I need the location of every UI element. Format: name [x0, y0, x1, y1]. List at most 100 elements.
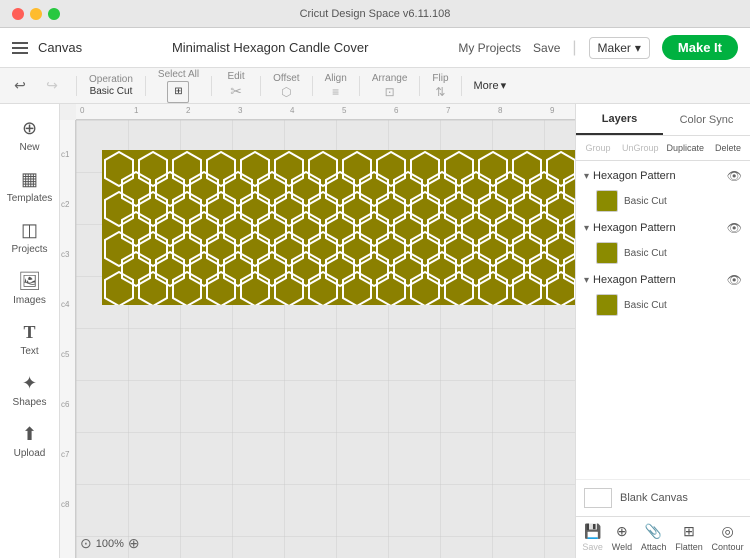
panel-attach-button[interactable]: 📎 Attach [637, 521, 671, 554]
layer-3-thumbnail [596, 294, 618, 316]
layer-3-chevron-icon: ▾ [584, 275, 589, 286]
ruler-mark-v4: c4 [61, 300, 69, 309]
layer-2-child[interactable]: Basic Cut [576, 239, 750, 267]
images-icon: 🖼 [18, 271, 41, 292]
window-controls [12, 8, 60, 20]
contour-icon: ◎ [721, 523, 733, 540]
operation-value: Basic Cut [90, 86, 133, 97]
more-button[interactable]: More ▾ [474, 79, 507, 92]
panel-save-button[interactable]: 💾 Save [578, 521, 607, 554]
ungroup-button[interactable]: UnGroup [620, 140, 661, 156]
zoom-out-icon[interactable]: ⊙ [80, 535, 92, 552]
align-label: Align [325, 73, 347, 84]
layer-header-2[interactable]: ▾ Hexagon Pattern 👁 [576, 217, 750, 239]
layer-2-visibility-icon[interactable]: 👁 [727, 221, 742, 235]
more-chevron-icon: ▾ [501, 79, 507, 92]
zoom-controls: ⊙ 100% ⊕ [80, 535, 140, 552]
text-icon: T [23, 322, 35, 343]
toolbar-separator-5 [312, 76, 313, 96]
panel-contour-label: Contour [712, 542, 744, 552]
make-it-button[interactable]: Make It [662, 35, 738, 60]
main-header: Canvas Minimalist Hexagon Candle Cover M… [0, 28, 750, 68]
ruler-mark-2: 2 [186, 106, 190, 115]
sidebar-item-projects[interactable]: ◫ Projects [5, 214, 55, 261]
hamburger-menu[interactable] [12, 42, 28, 54]
canvas-area[interactable]: 0 1 2 3 4 5 6 7 8 9 c1 c2 c3 c4 c5 c6 c7… [60, 104, 575, 558]
sidebar-item-templates[interactable]: ▦ Templates [5, 163, 55, 210]
duplicate-button[interactable]: Duplicate [665, 140, 707, 156]
weld-icon: ⊕ [616, 523, 628, 540]
panel-flatten-button[interactable]: ⊞ Flatten [671, 521, 707, 554]
layer-1-child[interactable]: Basic Cut [576, 187, 750, 215]
sidebar-item-upload[interactable]: ⬆ Upload [5, 418, 55, 465]
panel-bottom-toolbar: 💾 Save ⊕ Weld 📎 Attach ⊞ Flatten ◎ Conto… [576, 516, 750, 558]
maximize-button[interactable] [48, 8, 60, 20]
hexagon-pattern-area[interactable] [102, 150, 575, 305]
edit-control[interactable]: Edit ✂ [224, 74, 248, 98]
edit-label: Edit [227, 71, 244, 82]
tab-layers-label: Layers [602, 113, 637, 125]
layer-group-3: ▾ Hexagon Pattern 👁 Basic Cut [576, 269, 750, 319]
shapes-icon: ✦ [22, 373, 37, 394]
layer-header-1[interactable]: ▾ Hexagon Pattern 👁 [576, 165, 750, 187]
layer-1-name: Hexagon Pattern [593, 170, 723, 182]
toolbar-separator-7 [419, 76, 420, 96]
sidebar-projects-label: Projects [11, 244, 47, 255]
arrange-control[interactable]: Arrange ⊡ [372, 73, 408, 99]
layer-2-chevron-icon: ▾ [584, 223, 589, 234]
layer-3-child[interactable]: Basic Cut [576, 291, 750, 319]
my-projects-link[interactable]: My Projects [458, 41, 521, 55]
sidebar-templates-label: Templates [7, 193, 53, 204]
ruler-mark-v6: c6 [61, 400, 69, 409]
delete-button[interactable]: Delete [710, 140, 746, 156]
projects-icon: ◫ [21, 220, 38, 241]
save-icon: 💾 [584, 523, 601, 540]
ruler-mark-0: 0 [80, 106, 84, 115]
panel-weld-button[interactable]: ⊕ Weld [608, 521, 636, 554]
panel-contour-button[interactable]: ◎ Contour [708, 521, 748, 554]
layer-3-visibility-icon[interactable]: 👁 [727, 273, 742, 287]
panel-actions: Group UnGroup Duplicate Delete [576, 136, 750, 161]
zoom-in-icon[interactable]: ⊕ [128, 535, 140, 552]
sidebar-shapes-label: Shapes [13, 397, 47, 408]
tab-layers[interactable]: Layers [576, 104, 663, 135]
operation-label: Operation [89, 74, 133, 85]
left-sidebar: ⊕ New ▦ Templates ◫ Projects 🖼 Images T … [0, 104, 60, 558]
group-button[interactable]: Group [580, 140, 616, 156]
select-all-label: Select All [158, 69, 199, 80]
new-icon: ⊕ [22, 118, 37, 139]
layer-group-1: ▾ Hexagon Pattern 👁 Basic Cut [576, 165, 750, 215]
toolbar: ↩ ↪ Operation Basic Cut Select All ⊞ Edi… [0, 68, 750, 104]
save-button[interactable]: Save [533, 41, 560, 55]
close-button[interactable] [12, 8, 24, 20]
project-title: Minimalist Hexagon Candle Cover [172, 40, 369, 55]
sidebar-item-text[interactable]: T Text [5, 316, 55, 363]
sidebar-text-label: Text [20, 346, 38, 357]
toolbar-separator-4 [260, 76, 261, 96]
undo-icon[interactable]: ↩ [8, 74, 32, 98]
maker-dropdown[interactable]: Maker ▾ [589, 37, 650, 59]
layer-1-visibility-icon[interactable]: 👁 [727, 169, 742, 183]
blank-canvas-thumbnail [584, 488, 612, 508]
redo-icon[interactable]: ↪ [40, 74, 64, 98]
sidebar-item-new[interactable]: ⊕ New [5, 112, 55, 159]
tab-color-sync[interactable]: Color Sync [663, 104, 750, 135]
offset-control[interactable]: Offset ⬡ [273, 73, 300, 99]
flip-control[interactable]: Flip ⇅ [432, 73, 448, 99]
operation-selector[interactable]: Operation Basic Cut [89, 74, 133, 97]
ruler-mark-7: 7 [446, 106, 450, 115]
ruler-mark-v5: c5 [61, 350, 69, 359]
title-bar: Cricut Design Space v6.11.108 [0, 0, 750, 28]
sidebar-item-images[interactable]: 🖼 Images [5, 265, 55, 312]
layer-header-3[interactable]: ▾ Hexagon Pattern 👁 [576, 269, 750, 291]
header-left: Canvas [12, 40, 82, 55]
canvas-label: Canvas [38, 40, 82, 55]
ruler-mark-9: 9 [550, 106, 554, 115]
chevron-down-icon: ▾ [635, 41, 641, 55]
select-all-control[interactable]: Select All ⊞ [158, 69, 199, 103]
select-all-box[interactable]: ⊞ [167, 81, 189, 103]
zoom-level: 100% [96, 538, 124, 550]
minimize-button[interactable] [30, 8, 42, 20]
align-control[interactable]: Align ≡ [325, 73, 347, 99]
sidebar-item-shapes[interactable]: ✦ Shapes [5, 367, 55, 414]
